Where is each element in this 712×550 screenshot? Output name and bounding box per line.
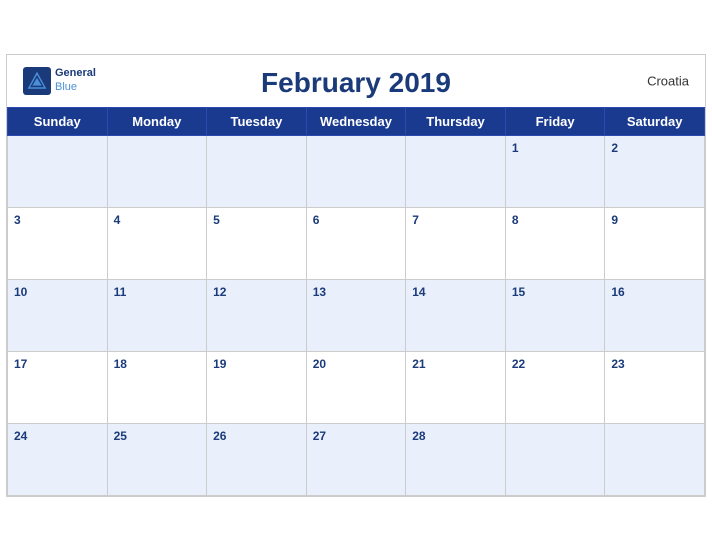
calendar-cell-3-6: 23	[605, 351, 705, 423]
header-wednesday: Wednesday	[306, 107, 406, 135]
header-friday: Friday	[505, 107, 605, 135]
day-number: 18	[114, 357, 127, 371]
calendar-cell-1-0: 3	[8, 207, 108, 279]
day-number: 25	[114, 429, 127, 443]
header-thursday: Thursday	[406, 107, 506, 135]
day-number: 10	[14, 285, 27, 299]
calendar-cell-4-2: 26	[207, 423, 307, 495]
day-number: 12	[213, 285, 226, 299]
calendar-cell-3-3: 20	[306, 351, 406, 423]
calendar-cell-0-6: 2	[605, 135, 705, 207]
day-number: 21	[412, 357, 425, 371]
day-number: 28	[412, 429, 425, 443]
calendar-table: Sunday Monday Tuesday Wednesday Thursday…	[7, 107, 705, 496]
calendar-cell-3-2: 19	[207, 351, 307, 423]
day-number: 8	[512, 213, 519, 227]
calendar-week-2: 3 4 5 6 7 8 9	[8, 207, 705, 279]
calendar-cell-0-4	[406, 135, 506, 207]
calendar-cell-2-4: 14	[406, 279, 506, 351]
calendar-cell-4-5	[505, 423, 605, 495]
header-tuesday: Tuesday	[207, 107, 307, 135]
day-number: 11	[114, 285, 127, 299]
day-number: 27	[313, 429, 326, 443]
calendar-cell-1-3: 6	[306, 207, 406, 279]
calendar-week-1: 12	[8, 135, 705, 207]
calendar-cell-1-2: 5	[207, 207, 307, 279]
calendar-cell-0-5: 1	[505, 135, 605, 207]
day-number: 24	[14, 429, 27, 443]
calendar-cell-4-6	[605, 423, 705, 495]
calendar-cell-2-6: 16	[605, 279, 705, 351]
calendar-cell-2-0: 10	[8, 279, 108, 351]
calendar-week-4: 17 18 19 20 21 22 23	[8, 351, 705, 423]
calendar-cell-0-1	[107, 135, 207, 207]
calendar-cell-3-0: 17	[8, 351, 108, 423]
calendar-cell-2-3: 13	[306, 279, 406, 351]
calendar-title: February 2019	[261, 67, 451, 99]
header-saturday: Saturday	[605, 107, 705, 135]
calendar-cell-2-2: 12	[207, 279, 307, 351]
day-number: 9	[611, 213, 618, 227]
calendar-cell-2-1: 11	[107, 279, 207, 351]
calendar-cell-1-6: 9	[605, 207, 705, 279]
day-number: 22	[512, 357, 525, 371]
calendar-cell-1-5: 8	[505, 207, 605, 279]
calendar-cell-1-4: 7	[406, 207, 506, 279]
day-number: 7	[412, 213, 419, 227]
day-number: 17	[14, 357, 27, 371]
calendar-cell-4-0: 24	[8, 423, 108, 495]
header-sunday: Sunday	[8, 107, 108, 135]
country-label: Croatia	[647, 73, 689, 88]
day-number: 5	[213, 213, 220, 227]
calendar-cell-2-5: 15	[505, 279, 605, 351]
day-number: 1	[512, 141, 519, 155]
calendar-cell-0-3	[306, 135, 406, 207]
day-number: 13	[313, 285, 326, 299]
calendar-cell-1-1: 4	[107, 207, 207, 279]
day-number: 3	[14, 213, 21, 227]
calendar-week-3: 10 11 12 13 14 15 16	[8, 279, 705, 351]
day-number: 2	[611, 141, 618, 155]
calendar-cell-3-4: 21	[406, 351, 506, 423]
generalblue-logo-icon	[23, 67, 51, 95]
calendar-cell-4-1: 25	[107, 423, 207, 495]
calendar-cell-4-4: 28	[406, 423, 506, 495]
calendar-week-5: 24 25 26 27 28	[8, 423, 705, 495]
calendar: General Blue February 2019 Croatia Sunda…	[6, 54, 706, 497]
day-number: 16	[611, 285, 624, 299]
calendar-header: General Blue February 2019 Croatia	[7, 55, 705, 107]
calendar-cell-3-5: 22	[505, 351, 605, 423]
day-number: 26	[213, 429, 226, 443]
day-number: 23	[611, 357, 624, 371]
day-number: 4	[114, 213, 121, 227]
header-monday: Monday	[107, 107, 207, 135]
calendar-cell-0-0	[8, 135, 108, 207]
logo-text: General Blue	[55, 67, 96, 93]
day-number: 6	[313, 213, 320, 227]
calendar-cell-0-2	[207, 135, 307, 207]
calendar-body: 1234567891011121314151617181920212223242…	[8, 135, 705, 495]
calendar-cell-3-1: 18	[107, 351, 207, 423]
weekday-header-row: Sunday Monday Tuesday Wednesday Thursday…	[8, 107, 705, 135]
day-number: 15	[512, 285, 525, 299]
logo-area: General Blue	[23, 67, 96, 95]
calendar-cell-4-3: 27	[306, 423, 406, 495]
day-number: 19	[213, 357, 226, 371]
day-number: 14	[412, 285, 425, 299]
day-number: 20	[313, 357, 326, 371]
